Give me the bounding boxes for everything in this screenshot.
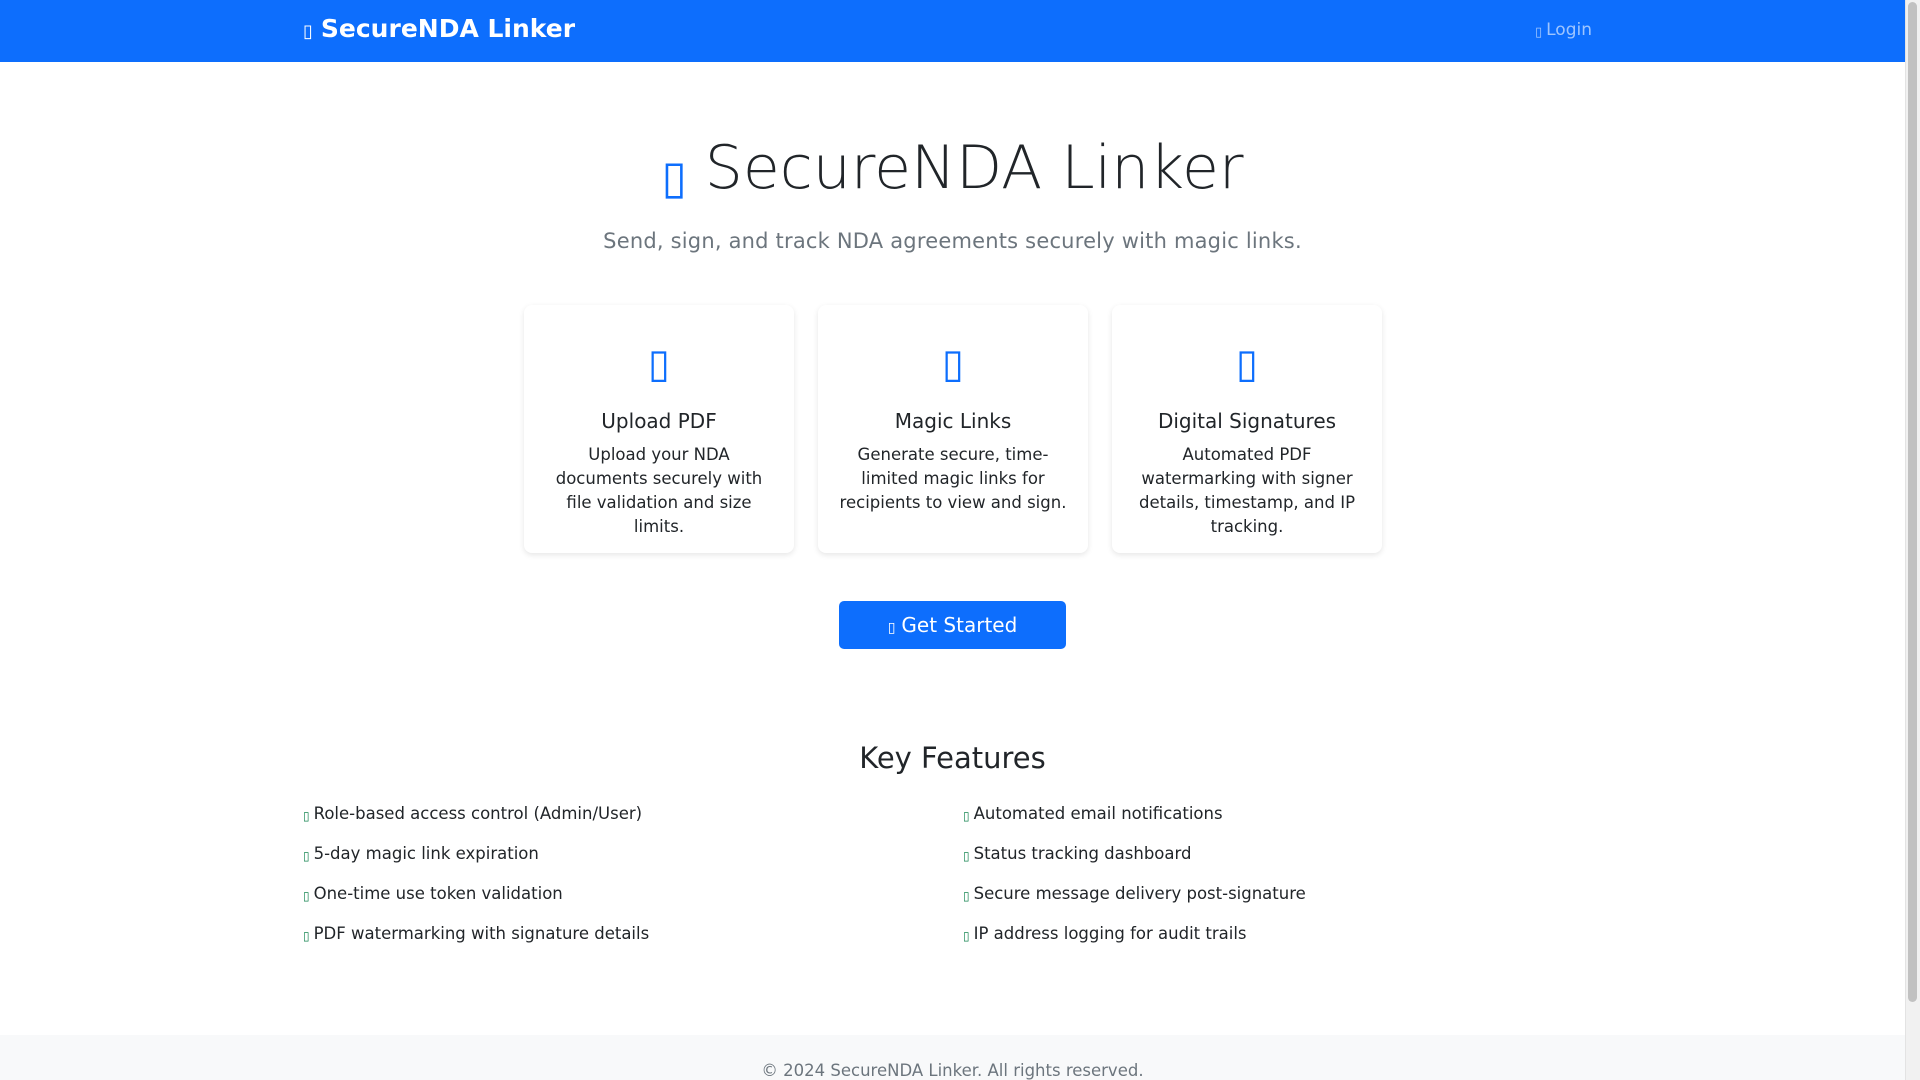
get-started-label: Get Started xyxy=(901,613,1018,637)
card-text: Upload your NDA documents securely with … xyxy=(555,445,763,536)
check-icon: ▯ xyxy=(963,888,970,903)
feature-text: 5-day magic link expiration xyxy=(313,844,539,863)
hero-subtitle: Send, sign, and track NDA agreements sec… xyxy=(603,229,1302,253)
key-features-heading: Key Features xyxy=(859,741,1046,775)
check-icon: ▯ xyxy=(303,928,310,943)
get-started-button[interactable]: ▯ Get Started xyxy=(839,601,1066,649)
brand-name: SecureNDA Linker xyxy=(320,14,576,43)
card-digital-signatures: ▯ Digital Signatures Automated PDF water… xyxy=(1112,305,1382,553)
feature-cards: ▯ Upload PDF Upload your NDA documents s… xyxy=(524,305,1382,553)
feature-text: Automated email notifications xyxy=(973,804,1223,823)
shield-icon: ▯ xyxy=(303,21,313,42)
list-item: ▯ 5-day magic link expiration xyxy=(303,842,963,865)
list-item: ▯ Secure message delivery post-signature xyxy=(963,882,1623,905)
page: ▯ SecureNDA Linker ▯ Login ▯ SecureNDA L… xyxy=(0,0,1905,1080)
signature-icon: ▯ xyxy=(1235,341,1258,387)
check-icon: ▯ xyxy=(303,888,310,903)
upload-icon: ▯ xyxy=(647,341,670,387)
feature-text: Status tracking dashboard xyxy=(973,844,1192,863)
check-icon: ▯ xyxy=(963,928,970,943)
list-item: ▯ Status tracking dashboard xyxy=(963,842,1623,865)
shield-icon: ▯ xyxy=(661,150,687,204)
feature-text: PDF watermarking with signature details xyxy=(313,924,650,943)
feature-text: One-time use token validation xyxy=(313,884,563,903)
card-upload-pdf: ▯ Upload PDF Upload your NDA documents s… xyxy=(524,305,794,553)
login-link[interactable]: ▯ Login xyxy=(1535,20,1592,40)
vertical-scrollbar[interactable] xyxy=(1905,0,1920,1080)
list-item: ▯ One-time use token validation xyxy=(303,882,963,905)
card-text: Generate secure, time-limited magic link… xyxy=(839,445,1067,512)
card-title: Digital Signatures xyxy=(1157,409,1337,433)
feature-text: IP address logging for audit trails xyxy=(973,924,1247,943)
check-icon: ▯ xyxy=(303,808,310,823)
link-icon: ▯ xyxy=(941,341,964,387)
rocket-icon: ▯ xyxy=(887,619,896,636)
list-item: ▯ IP address logging for audit trails xyxy=(963,922,1623,945)
brand-link[interactable]: ▯ SecureNDA Linker xyxy=(303,14,575,43)
card-magic-links: ▯ Magic Links Generate secure, time-limi… xyxy=(818,305,1088,553)
feature-text: Secure message delivery post-signature xyxy=(973,884,1306,903)
check-icon: ▯ xyxy=(303,848,310,863)
features-list: ▯ Role-based access control (Admin/User)… xyxy=(303,802,1623,945)
card-title: Upload PDF xyxy=(601,409,717,433)
list-item: ▯ PDF watermarking with signature detail… xyxy=(303,922,963,945)
navbar: ▯ SecureNDA Linker ▯ Login xyxy=(0,0,1905,62)
footer: © 2024 SecureNDA Linker. All rights rese… xyxy=(0,1035,1905,1080)
check-icon: ▯ xyxy=(963,848,970,863)
hero-title-text: SecureNDA Linker xyxy=(704,133,1244,203)
login-label: Login xyxy=(1546,20,1592,40)
card-text: Automated PDF watermarking with signer d… xyxy=(1138,445,1356,536)
list-item: ▯ Role-based access control (Admin/User) xyxy=(303,802,963,825)
check-icon: ▯ xyxy=(963,808,970,823)
footer-text: © 2024 SecureNDA Linker. All rights rese… xyxy=(761,1061,1144,1080)
hero-title: ▯ SecureNDA Linker xyxy=(0,132,1905,204)
card-title: Magic Links xyxy=(894,409,1012,433)
list-item: ▯ Automated email notifications xyxy=(963,802,1623,825)
sign-in-icon: ▯ xyxy=(1534,24,1543,40)
scrollbar-thumb[interactable] xyxy=(1908,2,1917,1002)
feature-text: Role-based access control (Admin/User) xyxy=(313,804,643,823)
